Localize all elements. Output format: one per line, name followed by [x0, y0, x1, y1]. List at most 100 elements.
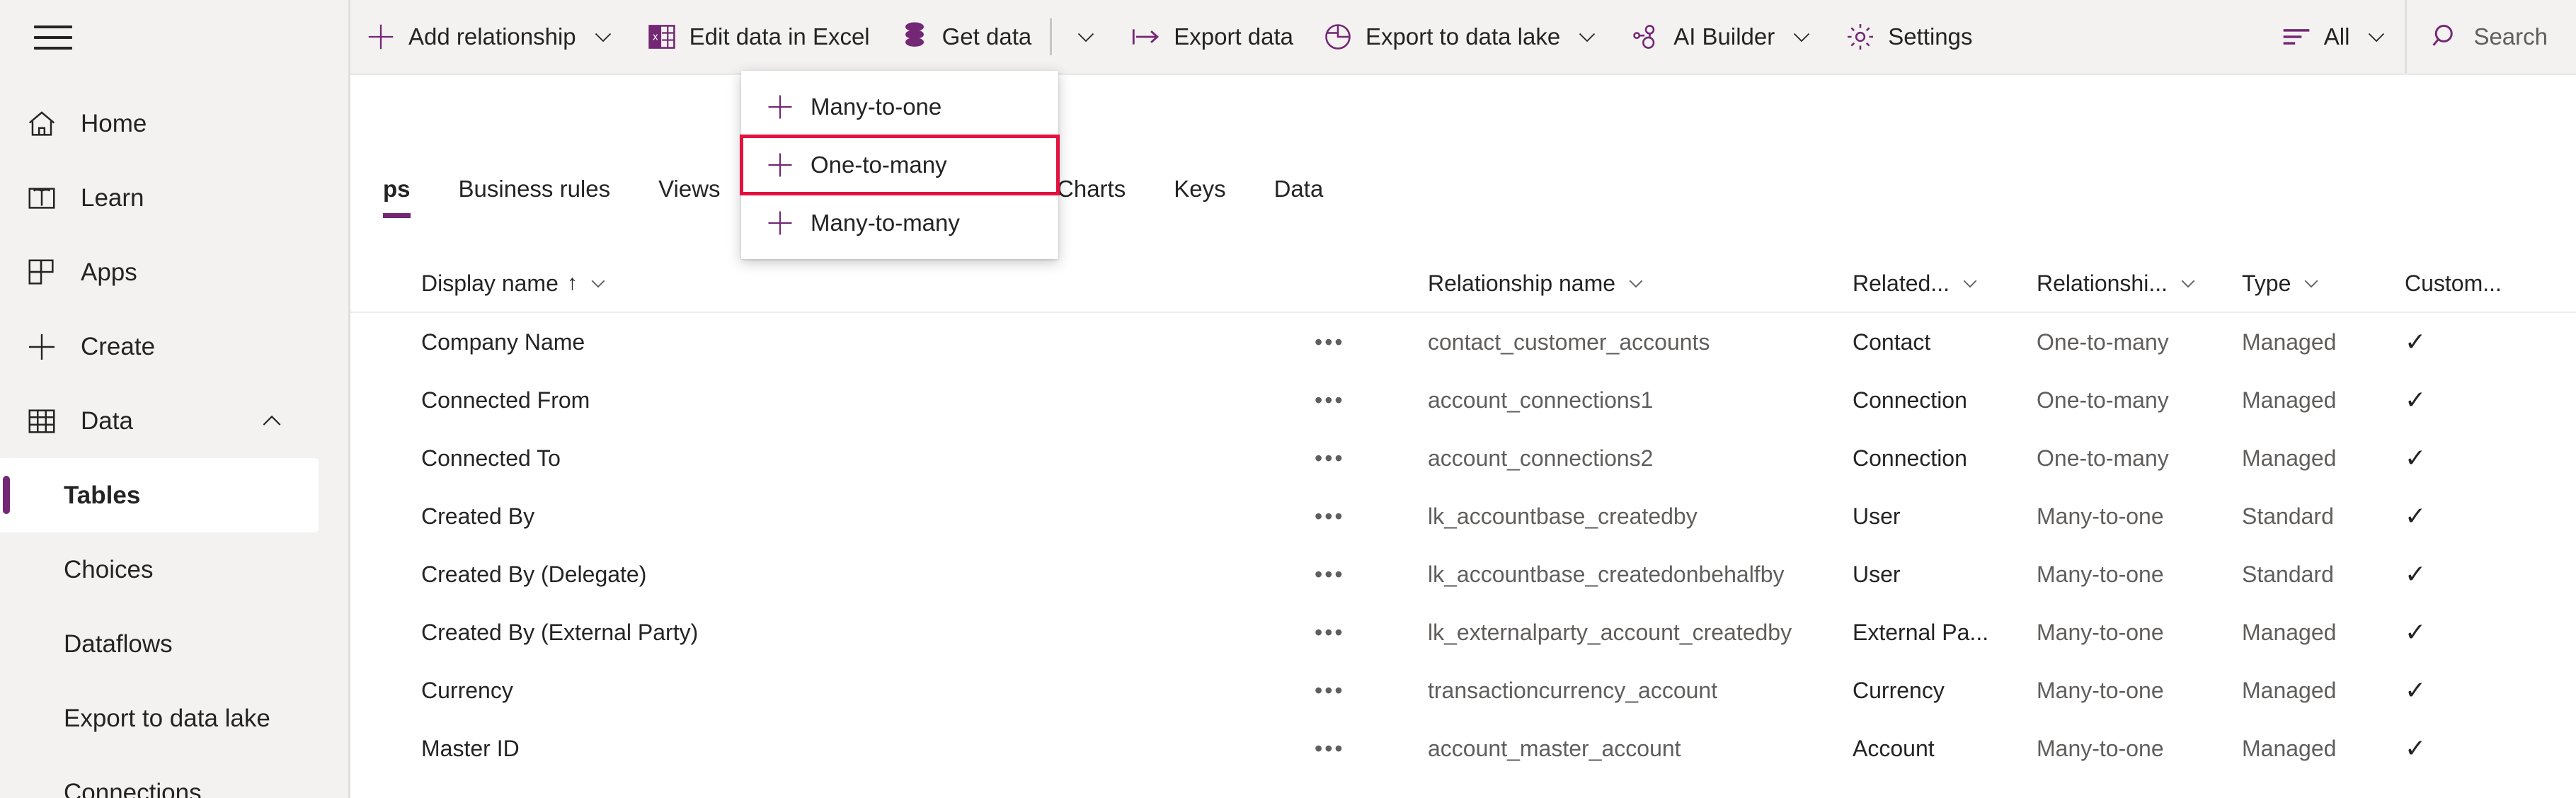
check-icon: ✓ [2405, 385, 2427, 414]
tab-data[interactable]: Data [1274, 170, 1324, 218]
sidebar-scrollbar[interactable] [319, 0, 320, 798]
row-overflow-menu-icon[interactable]: ••• [1306, 503, 1419, 530]
column-header-display-name[interactable]: Display name ↑ [350, 270, 1306, 297]
chevron-down-icon[interactable] [588, 273, 609, 294]
export-to-data-lake-button[interactable]: Export to data lake [1307, 0, 1615, 73]
ai-builder-button[interactable]: AI Builder [1615, 0, 1830, 73]
get-data-button[interactable]: Get data [884, 0, 1046, 73]
tab-label: ps [383, 176, 411, 202]
sidebar-item-learn[interactable]: Learn [0, 161, 320, 235]
tab-business-rules[interactable]: Business rules [459, 170, 611, 218]
column-header-customizable[interactable]: Custom... [2396, 270, 2538, 297]
chevron-down-icon[interactable] [1625, 273, 1647, 294]
command-label: Edit data in Excel [689, 23, 870, 50]
cell-relationship_name: lk_accountbase_createdonbehalfby [1428, 561, 1785, 587]
cell-type: Managed [2242, 619, 2337, 645]
search-input[interactable]: Search [2407, 0, 2576, 73]
column-header-type[interactable]: Type [2233, 270, 2396, 297]
sidebar-item-label: Create [81, 332, 156, 360]
menu-item-one-to-many[interactable]: One-to-many [740, 135, 1060, 195]
sidebar-item-dataflows[interactable]: Dataflows [0, 607, 320, 681]
cell-display_name: Master ID [421, 735, 520, 761]
cell-type: Standard [2242, 503, 2334, 529]
chevron-down-icon[interactable] [2362, 23, 2391, 51]
column-header-related[interactable]: Related... [1844, 270, 2028, 297]
chevron-down-icon[interactable] [589, 23, 617, 51]
table-row[interactable]: Connected From ••• account_connections1 Con… [350, 371, 2576, 429]
sidebar-item-data[interactable]: Data [0, 384, 320, 458]
table-row[interactable]: Created By (Delegate) ••• lk_accountbase_c… [350, 545, 2576, 603]
command-bar: Add relationship x Edit data in Excel Ge… [350, 0, 2576, 73]
check-icon: ✓ [2405, 443, 2427, 472]
chevron-down-icon[interactable] [1959, 273, 1981, 294]
row-overflow-menu-icon[interactable]: ••• [1306, 736, 1419, 762]
sidebar-item-create[interactable]: Create [0, 309, 320, 384]
scroll-up-arrow-icon[interactable] [319, 0, 320, 23]
cell-customizable: ✓ [2396, 734, 2538, 763]
cell-display_name: Currency [421, 677, 513, 703]
table-row[interactable]: Currency ••• transactioncurrency_account Cu… [350, 661, 2576, 719]
row-overflow-menu-icon[interactable]: ••• [1306, 387, 1419, 414]
column-header-relationship-type[interactable]: Relationshi... [2028, 270, 2233, 297]
edit-data-in-excel-button[interactable]: x Edit data in Excel [631, 0, 884, 73]
menu-item-many-to-one[interactable]: Many-to-one [741, 78, 1058, 136]
cell-relationship_type: Many-to-one [2037, 561, 2164, 587]
cell-relationship_type: Many-to-one [2037, 735, 2164, 761]
tab-views[interactable]: Views [658, 170, 720, 218]
database-icon [898, 21, 931, 53]
chevron-down-icon[interactable] [2177, 273, 2199, 294]
cell-customizable: ✓ [2396, 501, 2538, 531]
sidebar-item-label: Data [81, 406, 133, 435]
sidebar-item-tables[interactable]: Tables [0, 458, 320, 532]
chevron-down-icon[interactable] [1787, 23, 1816, 51]
settings-button[interactable]: Settings [1830, 0, 1986, 73]
ai-builder-icon [1630, 21, 1662, 53]
chevron-up-icon[interactable] [258, 407, 286, 435]
column-header-relationship-name[interactable]: Relationship name [1419, 270, 1844, 297]
table-row[interactable]: Connected To ••• account_connections2 Conne… [350, 429, 2576, 487]
hamburger-menu-icon[interactable] [28, 16, 78, 59]
row-overflow-menu-icon[interactable]: ••• [1306, 620, 1419, 646]
cell-display_name: Company Name [421, 329, 585, 355]
get-data-dropdown-button[interactable] [1056, 0, 1116, 73]
cell-customizable: ✓ [2396, 559, 2538, 589]
cell-customizable: ✓ [2396, 327, 2538, 357]
tab-charts[interactable]: Charts [1057, 170, 1126, 218]
filter-all-button[interactable]: All [2266, 0, 2405, 73]
sidebar-item-choices[interactable]: Choices [0, 532, 320, 607]
tab-label: Business rules [458, 176, 611, 202]
chevron-down-icon[interactable] [1573, 23, 1601, 51]
menu-item-many-to-many[interactable]: Many-to-many [741, 194, 1058, 252]
sidebar-item-label: Connections [64, 778, 202, 798]
gear-icon [1844, 21, 1877, 53]
table-row[interactable]: Created By (External Party) ••• lk_externa… [350, 603, 2576, 661]
cell-type: Managed [2242, 445, 2337, 471]
plus-icon [764, 91, 796, 123]
column-header-label: Custom... [2405, 270, 2502, 296]
apps-icon [20, 251, 64, 295]
cell-relationship_type: One-to-many [2037, 387, 2169, 413]
row-overflow-menu-icon[interactable]: ••• [1306, 445, 1419, 472]
chevron-down-icon[interactable] [2301, 273, 2322, 294]
sidebar-item-export-to-data-lake[interactable]: Export to data lake [0, 681, 320, 756]
grid-rows: Company Name ••• contact_customer_accounts… [350, 313, 2576, 777]
tab-relationships[interactable]: ps [383, 170, 411, 218]
table-row[interactable]: Created By ••• lk_accountbase_createdby Use… [350, 487, 2576, 545]
sidebar-item-home[interactable]: Home [0, 86, 320, 161]
home-icon [20, 102, 64, 146]
row-overflow-menu-icon[interactable]: ••• [1306, 678, 1419, 704]
table-row[interactable]: Company Name ••• contact_customer_accounts… [350, 313, 2576, 371]
export-data-button[interactable]: Export data [1116, 0, 1307, 73]
tab-keys[interactable]: Keys [1174, 170, 1225, 218]
sidebar-item-apps[interactable]: Apps [0, 235, 320, 309]
add-relationship-button[interactable]: Add relationship [350, 0, 631, 73]
row-overflow-menu-icon[interactable]: ••• [1306, 562, 1419, 588]
table-row[interactable]: Master ID ••• account_master_account Accoun… [350, 719, 2576, 777]
command-label: Add relationship [408, 23, 576, 50]
row-overflow-menu-icon[interactable]: ••• [1306, 329, 1419, 355]
sidebar-item-connections[interactable]: Connections [0, 756, 320, 798]
cell-related: Account [1853, 735, 1935, 761]
cell-display_name: Created By (External Party) [421, 619, 699, 645]
check-icon: ✓ [2405, 617, 2427, 646]
chevron-down-icon[interactable] [1072, 23, 1100, 51]
